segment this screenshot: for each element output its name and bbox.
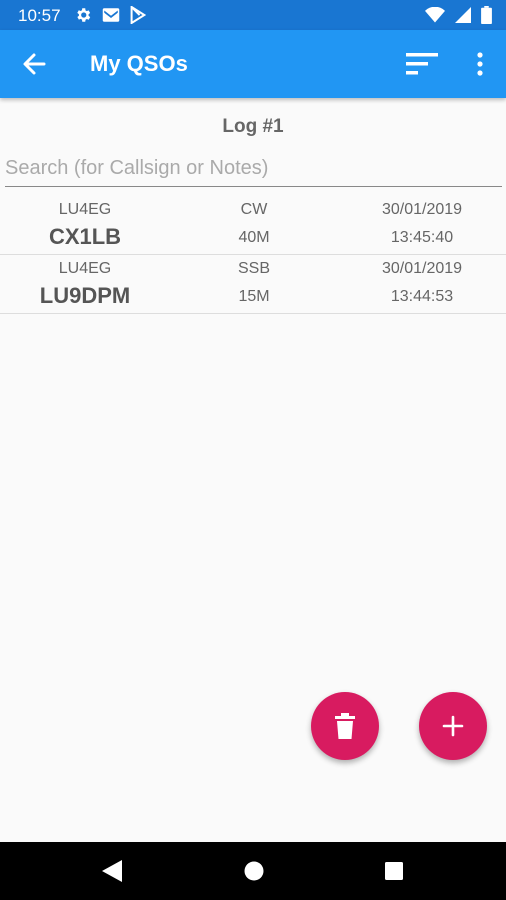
status-system-icons	[425, 6, 492, 24]
qso-mode: CW	[240, 201, 268, 218]
qso-row[interactable]: LU4EG LU9DPM SSB 15M 30/01/2019 13:44:53	[0, 255, 506, 314]
gmail-icon	[102, 8, 120, 22]
qso-time: 13:44:53	[390, 288, 454, 305]
log-title: Log #1	[222, 116, 284, 137]
status-notification-icons	[74, 6, 146, 24]
wifi-icon	[425, 7, 445, 23]
overflow-menu-button[interactable]	[468, 50, 492, 78]
back-arrow-icon	[23, 53, 46, 75]
overflow-menu-icon	[477, 52, 483, 76]
search-field	[5, 152, 502, 187]
qso-list: LU4EG CX1LB CW 40M 30/01/2019 13:45:40 L…	[0, 196, 506, 314]
qso-callsign: CX1LB	[48, 224, 122, 249]
battery-icon	[481, 6, 492, 24]
nav-recents-button[interactable]	[382, 858, 406, 889]
app-bar: My QSOs	[0, 30, 506, 98]
plus-icon	[442, 715, 464, 737]
qso-mode: SSB	[237, 260, 270, 277]
qso-band: 15M	[238, 288, 270, 305]
sort-icon	[406, 53, 438, 75]
qso-operator: LU4EG	[58, 260, 112, 277]
add-qso-button[interactable]	[419, 692, 487, 760]
signal-icon	[455, 7, 471, 23]
home-circle-icon	[244, 861, 264, 881]
qso-time: 13:45:40	[390, 229, 454, 246]
nav-back-button[interactable]	[100, 858, 124, 889]
page-title: My QSOs	[90, 51, 188, 76]
nav-home-button[interactable]	[242, 858, 266, 889]
status-time: 10:57	[18, 6, 61, 25]
navigation-bar	[0, 842, 506, 900]
trash-icon	[335, 713, 355, 739]
qso-band: 40M	[238, 229, 270, 246]
back-button[interactable]	[18, 50, 50, 78]
sort-button[interactable]	[404, 50, 440, 78]
qso-date: 30/01/2019	[381, 201, 463, 218]
play-store-icon	[130, 6, 146, 24]
back-triangle-icon	[102, 860, 122, 882]
search-input[interactable]	[5, 152, 502, 184]
delete-button[interactable]	[311, 692, 379, 760]
qso-row[interactable]: LU4EG CX1LB CW 40M 30/01/2019 13:45:40	[0, 196, 506, 255]
qso-date: 30/01/2019	[381, 260, 463, 277]
qso-callsign: LU9DPM	[39, 283, 131, 308]
status-bar: 10:57	[0, 0, 506, 30]
recents-square-icon	[385, 862, 403, 880]
gear-icon	[77, 8, 91, 22]
qso-operator: LU4EG	[58, 201, 112, 218]
